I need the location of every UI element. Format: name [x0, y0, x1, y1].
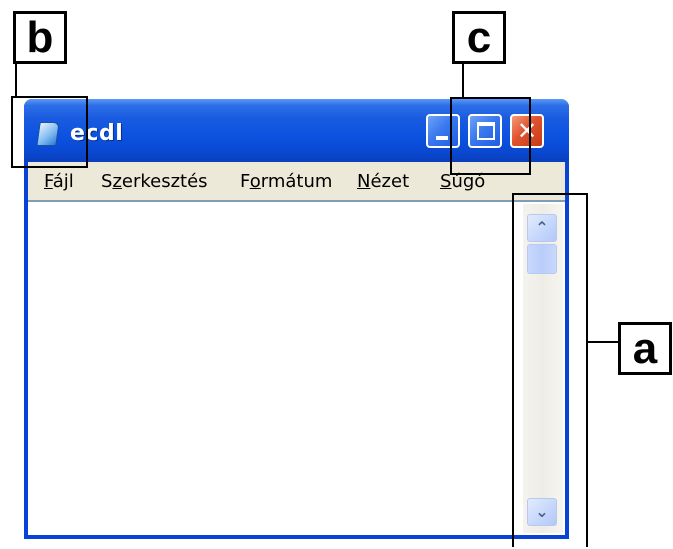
callout-a-leader [587, 341, 618, 343]
callout-b-label: b [13, 11, 67, 64]
menu-view-accel: N [357, 171, 371, 192]
callout-c-label: c [452, 11, 506, 64]
menu-file-accel: F [44, 171, 53, 192]
minimize-icon [436, 136, 448, 140]
menu-format-pre: F [240, 171, 250, 192]
menu-format-label: rmátum [260, 171, 333, 192]
menu-edit-pre: S [101, 171, 113, 192]
callout-c-leader [462, 64, 464, 98]
callout-b-leader [15, 64, 17, 97]
callout-b-frame [11, 96, 88, 168]
menu-edit-label: erkesztés [121, 171, 208, 192]
menu-edit[interactable]: Szerkesztés [101, 171, 208, 192]
callout-a-frame [512, 193, 588, 547]
menu-file-label: ájl [52, 171, 74, 192]
menu-format-accel: o [249, 171, 261, 192]
callout-a-text: a [632, 323, 658, 373]
text-area[interactable]: ⌃ ⌄ [28, 200, 565, 535]
callout-c-text: c [466, 12, 492, 62]
menu-edit-accel: z [112, 171, 122, 192]
callout-c-frame [450, 97, 531, 175]
menu-format[interactable]: Formátum [240, 171, 332, 192]
menu-view[interactable]: Nézet [357, 171, 409, 192]
callout-b-text: b [26, 12, 54, 62]
menu-view-label: ézet [370, 171, 410, 192]
callout-a-label: a [618, 322, 672, 375]
menu-file[interactable]: Fájl [44, 171, 74, 192]
